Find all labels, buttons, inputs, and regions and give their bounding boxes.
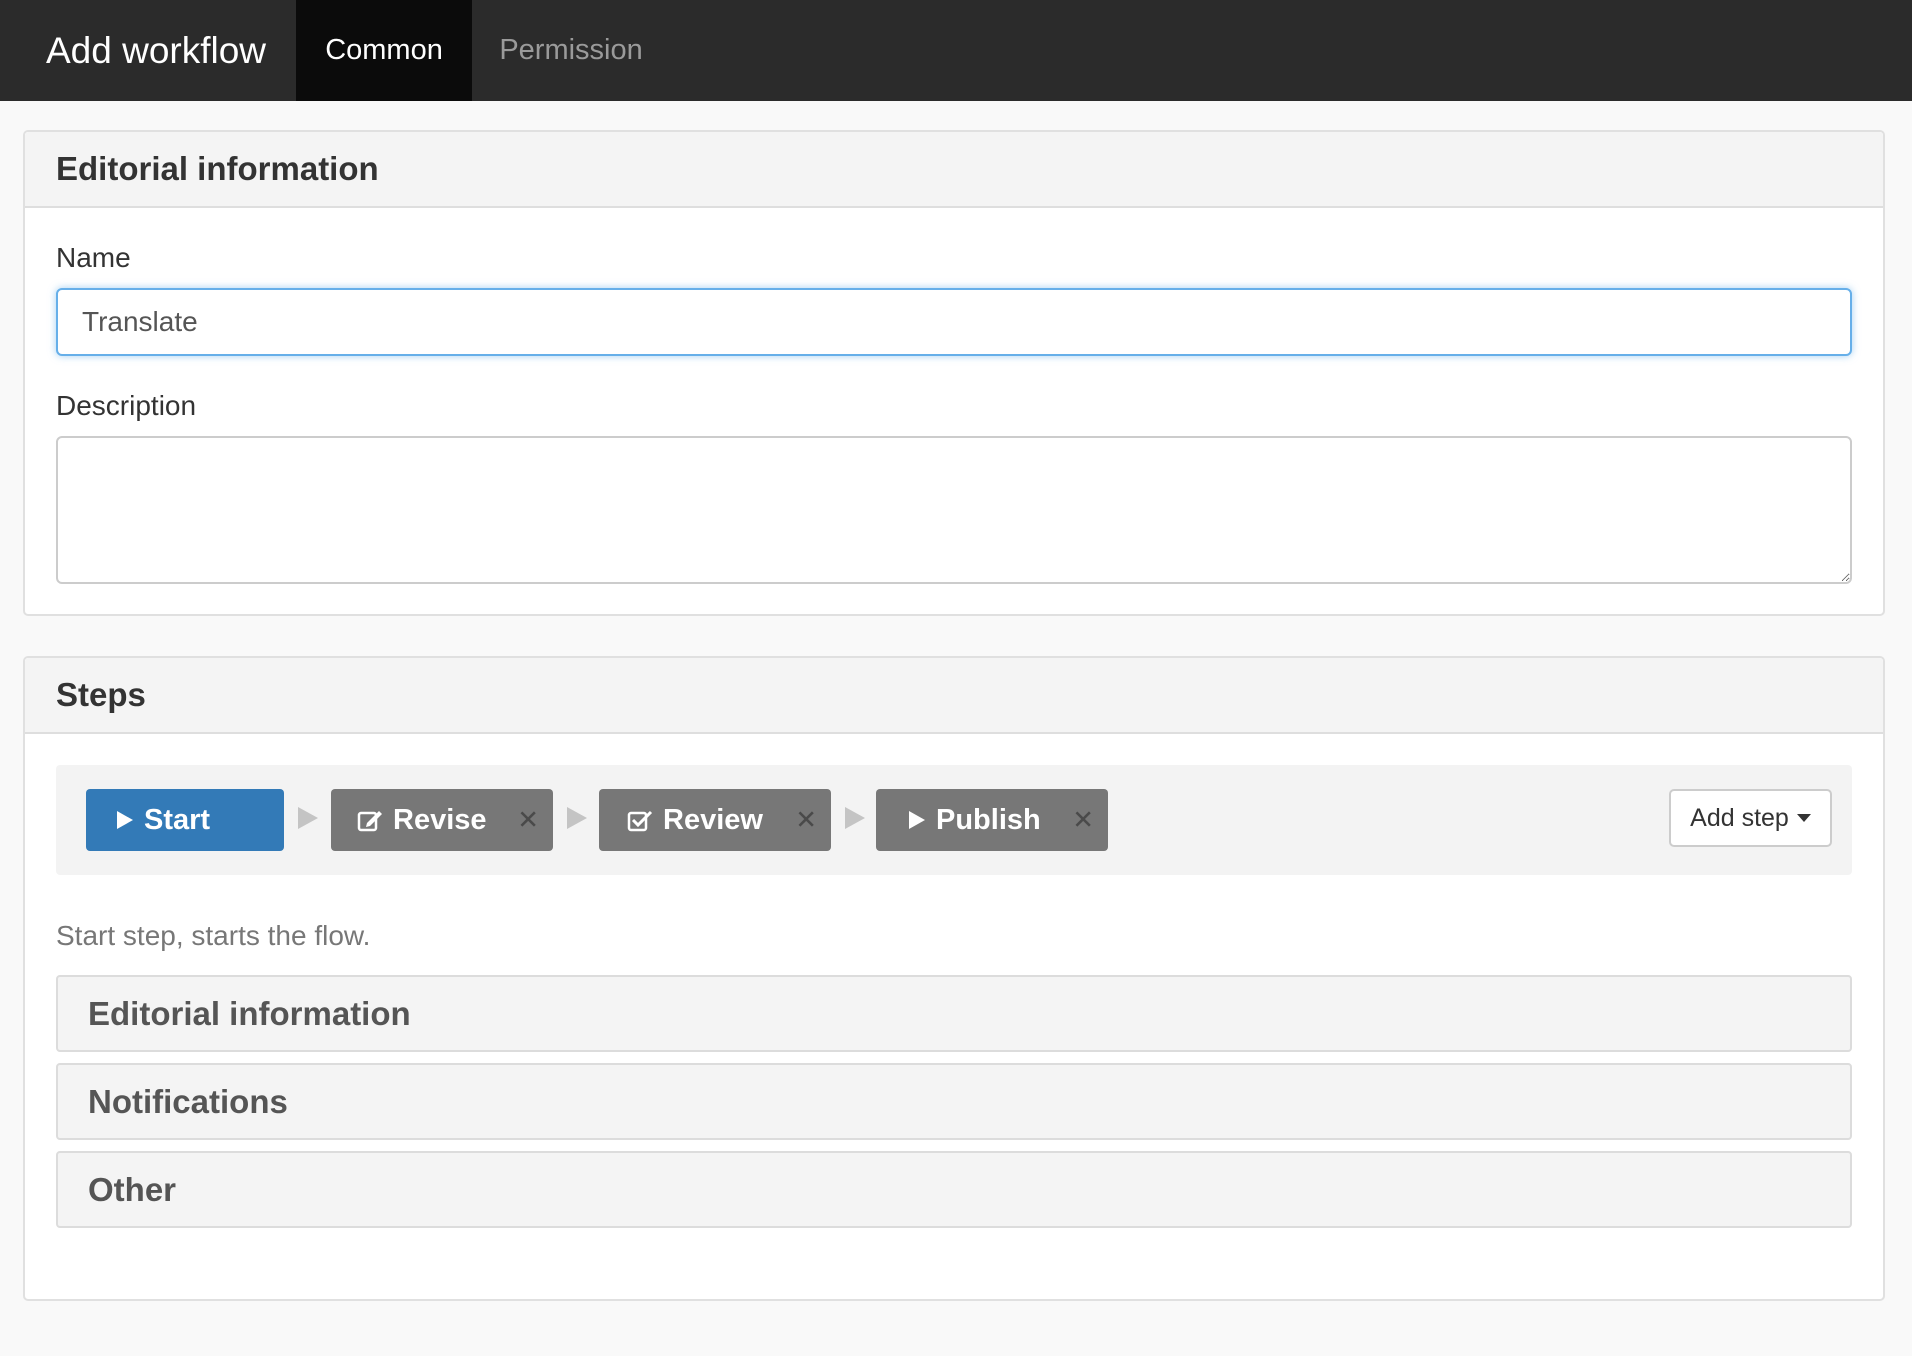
edit-icon <box>357 808 383 832</box>
remove-step-icon[interactable]: ✕ <box>1072 805 1094 836</box>
step-label: Revise <box>393 803 487 836</box>
name-label: Name <box>56 242 131 273</box>
step-start-button[interactable]: Start <box>86 789 284 851</box>
panel-heading: Steps <box>25 658 1883 734</box>
play-icon <box>116 810 134 830</box>
step-revise-button[interactable]: Revise ✕ <box>331 789 553 851</box>
step-arrow-icon <box>298 807 318 829</box>
tab-common[interactable]: Common <box>296 0 473 101</box>
step-label: Review <box>663 803 763 836</box>
step-review-button[interactable]: Review ✕ <box>599 789 831 851</box>
section-editorial-information[interactable]: Editorial information <box>56 975 1852 1052</box>
remove-step-icon[interactable]: ✕ <box>795 805 817 836</box>
page-title: Add workflow <box>46 29 267 71</box>
section-other[interactable]: Other <box>56 1151 1852 1228</box>
steps-bar: Start Revise ✕ Review ✕ Publish ✕ Add st… <box>56 765 1852 875</box>
top-navbar: Add workflow Common Permission <box>0 0 1912 101</box>
step-arrow-icon <box>567 807 587 829</box>
step-help-text: Start step, starts the flow. <box>56 920 371 951</box>
play-icon <box>908 810 926 830</box>
add-step-label: Add step <box>1690 803 1789 832</box>
step-label: Publish <box>936 803 1041 836</box>
step-label: Start <box>144 803 211 836</box>
editorial-information-panel: Editorial information Name Description <box>23 130 1885 616</box>
step-publish-button[interactable]: Publish ✕ <box>876 789 1108 851</box>
description-label: Description <box>56 390 197 421</box>
check-square-icon <box>627 808 653 832</box>
section-notifications[interactable]: Notifications <box>56 1063 1852 1140</box>
add-step-button[interactable]: Add step <box>1669 789 1832 847</box>
name-input[interactable] <box>56 288 1852 356</box>
panel-heading: Editorial information <box>25 132 1883 208</box>
description-textarea[interactable] <box>56 436 1852 584</box>
caret-down-icon <box>1796 814 1811 822</box>
tab-permission[interactable]: Permission <box>472 0 670 101</box>
step-arrow-icon <box>845 807 865 829</box>
remove-step-icon[interactable]: ✕ <box>517 805 539 836</box>
steps-panel: Steps Start Revise ✕ Review ✕ Publish ✕ … <box>23 656 1885 1301</box>
